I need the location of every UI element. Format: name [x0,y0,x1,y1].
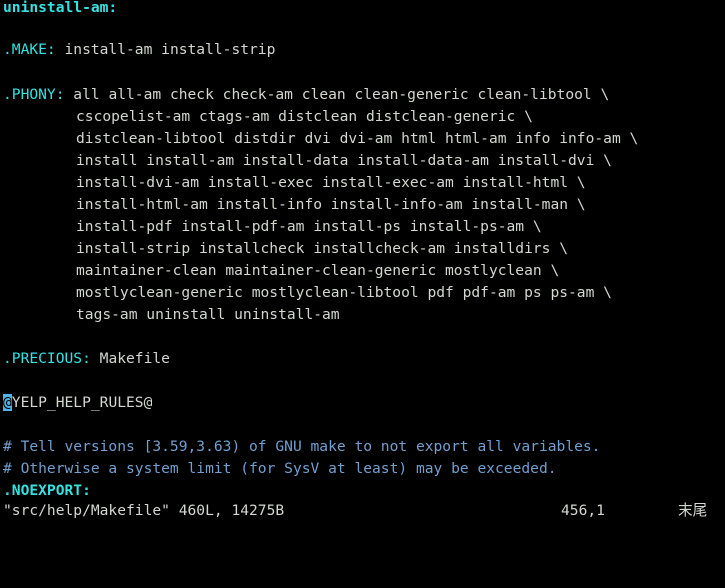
phony-deps-first: all all-am check check-am clean clean-ge… [64,86,610,103]
yelp-rules-text: YELP_HELP_RULES@ [11,394,153,411]
phony-deps-line: mostlyclean-generic mostlyclean-libtool … [76,284,612,301]
comment-line: # Otherwise a system limit (for SysV at … [3,460,557,477]
file-info: "src/help/Makefile" 460L, 14275B [3,502,285,519]
phony-deps-line: install install-am install-data install-… [76,152,612,169]
noexport-target: .NOEXPORT: [3,482,91,499]
phony-deps-line: cscopelist-am ctags-am distclean distcle… [76,108,533,125]
phony-deps-line: tags-am uninstall uninstall-am [76,306,340,323]
status-line: "src/help/Makefile" 460L, 14275B 456,1 末… [0,500,725,520]
precious-target-label: .PRECIOUS: [3,350,91,367]
phony-deps-line: install-pdf install-pdf-am install-ps in… [76,218,542,235]
comment-line: # Tell versions [3.59,3.63) of GNU make … [3,438,601,455]
precious-deps: Makefile [90,350,170,367]
make-target-label: .MAKE: [3,41,56,58]
yelp-rules-line: @YELP_HELP_RULES@ [3,392,152,414]
precious-rule-line: .PRECIOUS: Makefile [3,348,170,370]
make-deps: install-am install-strip [55,41,276,58]
text-cursor: @ [3,394,12,411]
phony-deps-line: maintainer-clean maintainer-clean-generi… [76,262,560,279]
phony-target-label: .PHONY: [3,86,65,103]
phony-deps-line: install-strip installcheck installcheck-… [76,240,569,257]
cursor-position: 456,1 [561,502,605,519]
editor-buffer[interactable]: uninstall-am: .MAKE: install-am install-… [0,0,725,500]
makefile-target-uninstall-am: uninstall-am: [3,0,118,16]
phony-deps-line: install-html-am install-info install-inf… [76,196,586,213]
phony-deps-line: distclean-libtool distdir dvi dvi-am htm… [76,130,639,147]
phony-deps-line: install-dvi-am install-exec install-exec… [76,174,586,191]
phony-rule-line: .PHONY: all all-am check check-am clean … [3,84,609,106]
scroll-indicator: 末尾 [678,502,708,519]
make-rule-line: .MAKE: install-am install-strip [3,39,275,61]
